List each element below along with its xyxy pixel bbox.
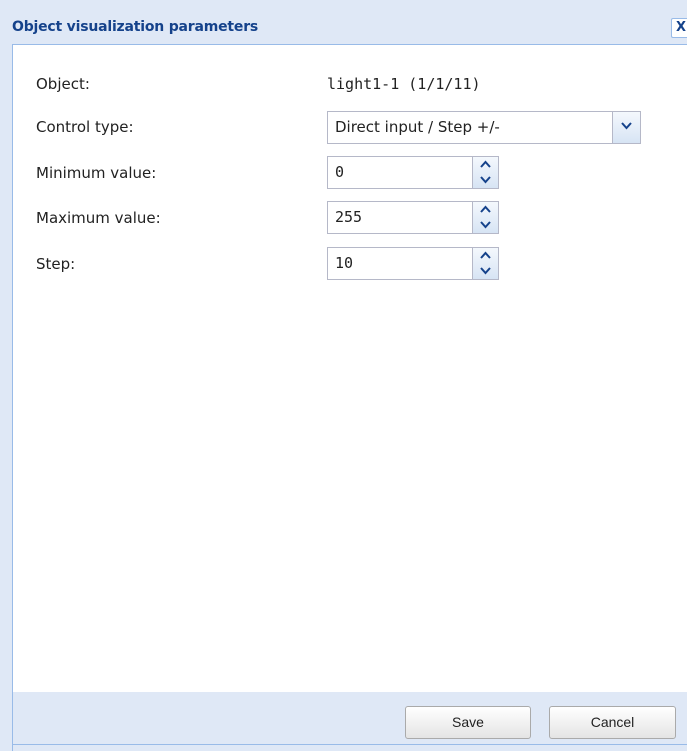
object-label: Object: xyxy=(36,75,90,93)
minimum-value-increment[interactable] xyxy=(473,157,498,172)
step-increment[interactable] xyxy=(473,248,498,263)
control-type-select[interactable]: Direct input / Step +/- xyxy=(327,111,641,144)
control-type-dropdown-trigger[interactable] xyxy=(612,112,640,143)
chevron-down-icon xyxy=(480,176,491,184)
minimum-value-label: Minimum value: xyxy=(36,164,157,182)
chevron-up-icon xyxy=(480,251,491,259)
minimum-value-spinner xyxy=(473,156,499,189)
chevron-up-icon xyxy=(480,205,491,213)
minimum-value-decrement[interactable] xyxy=(473,173,498,188)
dialog-titlebar[interactable]: Object visualization parameters X xyxy=(0,0,687,44)
cancel-button[interactable]: Cancel xyxy=(549,706,676,739)
maximum-value-input[interactable]: 255 xyxy=(327,201,473,234)
dialog-title: Object visualization parameters xyxy=(12,19,259,35)
chevron-down-icon xyxy=(480,267,491,275)
step-field: 10 xyxy=(327,247,499,280)
chevron-down-icon xyxy=(621,122,632,130)
maximum-value-spinner xyxy=(473,201,499,234)
step-input[interactable]: 10 xyxy=(327,247,473,280)
dialog-body: Object: light1-1 (1/1/11) Control type: … xyxy=(12,44,687,692)
dialog-footer: Save Cancel xyxy=(12,692,687,751)
save-button[interactable]: Save xyxy=(405,706,531,739)
step-decrement[interactable] xyxy=(473,264,498,279)
chevron-up-icon xyxy=(480,160,491,168)
control-type-selected-value: Direct input / Step +/- xyxy=(335,118,500,136)
maximum-value-decrement[interactable] xyxy=(473,218,498,233)
object-visualization-dialog: Object visualization parameters X Object… xyxy=(0,0,687,751)
control-type-label: Control type: xyxy=(36,118,134,136)
minimum-value-input[interactable]: 0 xyxy=(327,156,473,189)
chevron-down-icon xyxy=(480,221,491,229)
object-value: light1-1 (1/1/11) xyxy=(327,75,481,93)
maximum-value-label: Maximum value: xyxy=(36,209,161,227)
step-label: Step: xyxy=(36,255,76,273)
close-button[interactable]: X xyxy=(671,18,687,38)
step-spinner xyxy=(473,247,499,280)
maximum-value-field: 255 xyxy=(327,201,499,234)
minimum-value-field: 0 xyxy=(327,156,499,189)
maximum-value-increment[interactable] xyxy=(473,202,498,217)
close-icon: X xyxy=(676,20,687,35)
footer-divider xyxy=(12,744,687,751)
